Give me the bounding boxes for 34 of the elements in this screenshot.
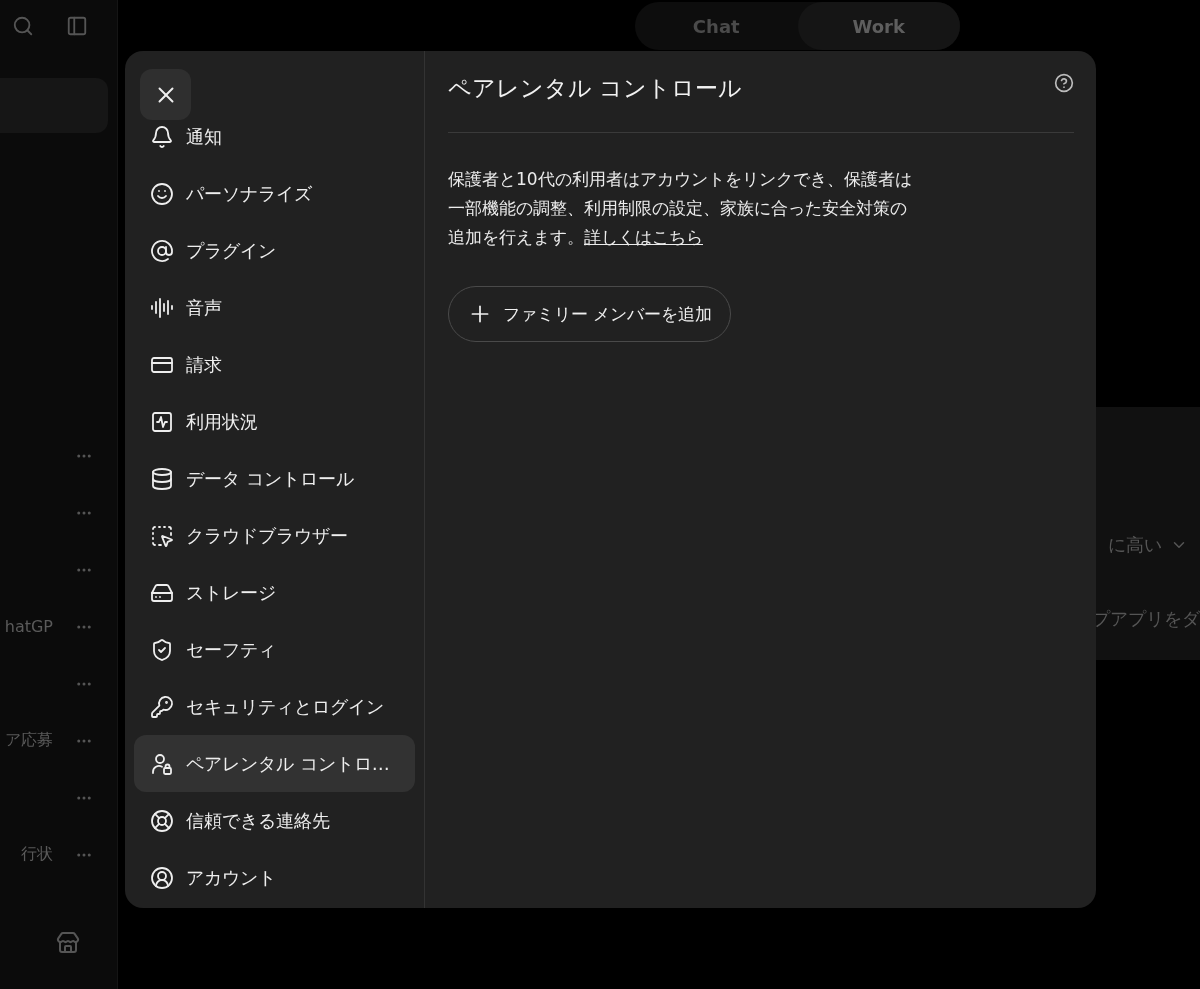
settings-nav-item[interactable]: 通知	[134, 125, 415, 165]
search-icon[interactable]	[12, 15, 34, 37]
smile-icon	[150, 181, 174, 206]
settings-nav-item[interactable]: ペアレンタル コントロ…	[134, 735, 415, 792]
settings-nav-item[interactable]: ストレージ	[134, 564, 415, 621]
settings-nav-item[interactable]: セキュリティとログイン	[134, 678, 415, 735]
learn-more-link[interactable]: 詳しくはこちら	[584, 227, 703, 247]
cursor-square-icon	[150, 523, 174, 548]
settings-nav-item[interactable]: 利用状況	[134, 393, 415, 450]
settings-nav-item[interactable]: アカウント	[134, 849, 415, 906]
help-icon[interactable]	[1054, 73, 1074, 93]
settings-nav-item[interactable]: データ コントロール	[134, 450, 415, 507]
settings-nav-item[interactable]: 請求	[134, 336, 415, 393]
sound-wave-icon	[150, 295, 174, 320]
key-icon	[150, 694, 174, 719]
description-text: 保護者と10代の利用者はアカウントをリンクでき、保護者は 一部機能の調整、利用制限の設定、家族に合った安全対策の 追加を行えます。詳しくはこちら	[448, 168, 913, 249]
store-icon[interactable]	[56, 931, 80, 955]
settings-nav-item[interactable]: セーフティ	[134, 621, 415, 678]
page-title: ペアレンタル コントロール	[448, 74, 743, 103]
settings-nav-item[interactable]: パーソナライズ	[134, 165, 415, 222]
at-sign-icon	[150, 238, 174, 263]
close-button[interactable]	[140, 69, 191, 120]
settings-nav-item[interactable]: 信頼できる連絡先	[134, 792, 415, 849]
settings-nav-item[interactable]: 音声	[134, 279, 415, 336]
settings-nav-item[interactable]: プラグイン	[134, 222, 415, 279]
user-lock-icon	[150, 751, 174, 776]
shield-check-icon	[150, 637, 174, 662]
bell-icon	[150, 125, 174, 149]
settings-nav-item[interactable]: クラウドブラウザー	[134, 507, 415, 564]
lifebuoy-icon	[150, 808, 174, 833]
database-icon	[150, 466, 174, 491]
activity-chart-icon	[150, 409, 174, 434]
user-circle-icon	[150, 865, 174, 890]
sidebar-toggle-icon[interactable]	[66, 15, 88, 37]
